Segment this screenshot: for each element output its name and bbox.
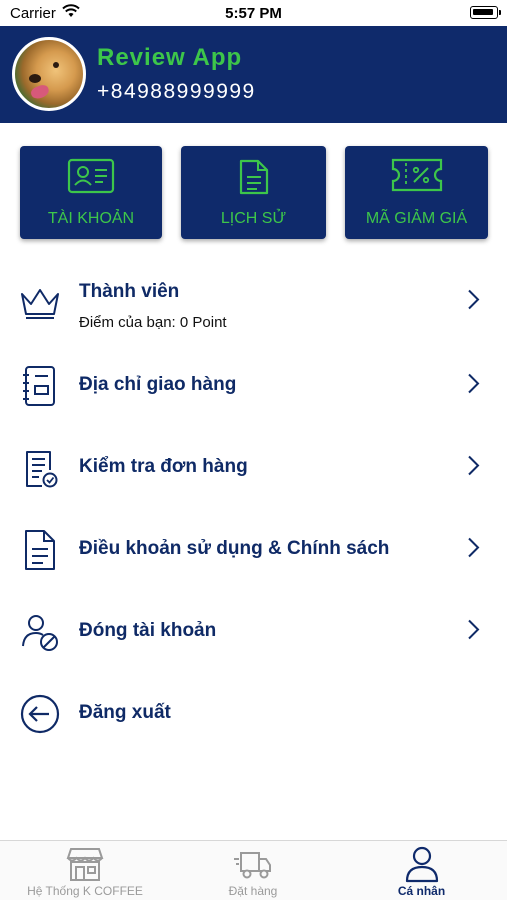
membership-points: Điểm của bạn: 0 Point [79,314,227,331]
menu-item-membership[interactable]: Thành viên Điểm của bạn: 0 Point [0,267,507,337]
order-check-icon [18,446,62,490]
status-bar: Carrier 5:57 PM [0,0,507,26]
history-button-label: LỊCH SỬ [220,210,287,227]
document-icon [18,528,62,572]
tab-store-system[interactable]: Hệ Thống K COFFEE [0,841,170,900]
battery-icon [470,6,501,19]
user-block-icon [18,610,62,654]
coupon-button[interactable]: MÃ GIẢM GIÁ [345,146,488,239]
document-icon [238,158,270,201]
tab-order[interactable]: Đặt hàng [170,841,336,900]
user-icon [404,845,440,888]
history-button[interactable]: LỊCH SỬ [181,146,326,239]
menu-item-address[interactable]: Địa chỉ giao hàng [0,351,507,421]
address-book-icon [18,364,62,408]
avatar[interactable] [12,37,86,111]
account-button[interactable]: TÀI KHOẢN [20,146,162,239]
menu-item-terms-label: Điều khoản sử dụng & Chính sách [79,538,390,559]
tab-bar: Hệ Thống K COFFEE Đặt hàng Cá nhân [0,840,507,900]
chevron-right-icon [466,373,480,400]
menu-item-orders[interactable]: Kiểm tra đơn hàng [0,433,507,503]
tab-profile-label: Cá nhân [397,884,446,898]
crown-icon [18,280,62,324]
chevron-right-icon [466,619,480,646]
menu-item-close-account[interactable]: Đóng tài khoản [0,597,507,667]
tab-profile[interactable]: Cá nhân [336,841,507,900]
profile-name: Review App [97,44,243,71]
tab-store-system-label: Hệ Thống K COFFEE [27,884,143,898]
chevron-right-icon [466,455,480,482]
store-icon [66,845,104,888]
profile-header: Review App +84988999999 [0,26,507,123]
menu-item-close-account-label: Đóng tài khoản [79,620,217,641]
logout-arrow-icon [18,692,62,736]
chevron-right-icon [466,537,480,564]
coupon-icon [391,158,443,197]
menu-item-address-label: Địa chỉ giao hàng [79,374,237,395]
tab-order-label: Đặt hàng [228,884,278,898]
delivery-truck-icon [233,845,273,888]
menu-item-terms[interactable]: Điều khoản sử dụng & Chính sách [0,515,507,585]
account-button-label: TÀI KHOẢN [47,210,135,227]
coupon-button-label: MÃ GIẢM GIÁ [365,210,468,227]
menu-item-orders-label: Kiểm tra đơn hàng [79,456,248,477]
profile-phone: +84988999999 [97,80,256,103]
menu-item-membership-label: Thành viên [79,281,180,302]
menu-item-logout[interactable]: Đăng xuất [0,679,507,749]
chevron-right-icon [466,289,480,316]
menu-item-logout-label: Đăng xuất [79,702,171,723]
id-card-icon [67,158,115,199]
clock: 5:57 PM [225,5,282,22]
